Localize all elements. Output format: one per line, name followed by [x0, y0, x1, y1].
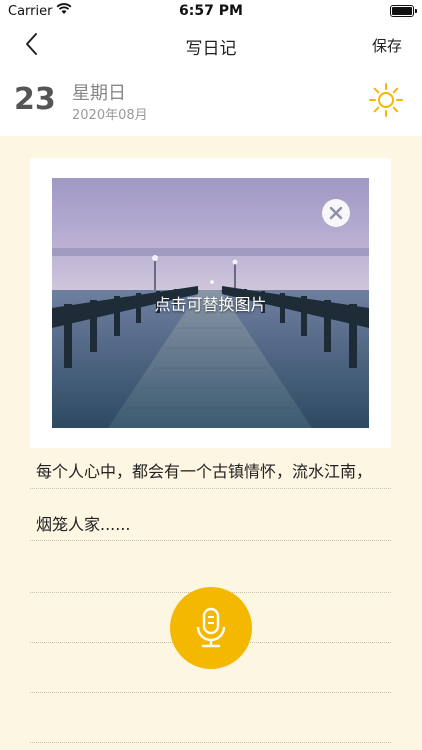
weekday-label: 星期日 [72, 83, 126, 104]
ruled-line [30, 540, 391, 541]
weather-button[interactable] [368, 82, 404, 118]
ruled-line [30, 692, 391, 693]
voice-input-button[interactable] [170, 587, 252, 669]
status-time: 6:57 PM [179, 3, 243, 19]
diary-photo[interactable]: 点击可替换图片 [52, 178, 369, 428]
ruled-line [30, 488, 391, 489]
photo-card: 点击可替换图片 [30, 158, 391, 448]
save-button[interactable]: 保存 [372, 35, 402, 56]
diary-content: 点击可替换图片 每个人心中，都会有一个古镇情怀，流水江南， 烟笼人家...... [0, 136, 422, 750]
replace-photo-hint: 点击可替换图片 [154, 295, 267, 314]
status-bar: Carrier 6:57 PM [0, 0, 422, 22]
diary-text-line-1[interactable]: 每个人心中，都会有一个古镇情怀，流水江南， [36, 458, 372, 482]
ruled-line [30, 742, 391, 743]
battery-icon [390, 5, 417, 17]
sun-icon [369, 83, 403, 117]
day-number: 23 [14, 82, 56, 117]
date-header: 23 星期日 2020年08月 [0, 70, 422, 134]
diary-text-line-2[interactable]: 烟笼人家...... [36, 511, 131, 535]
nav-bar: 写日记 保存 [0, 22, 422, 66]
page-title: 写日记 [185, 39, 237, 59]
microphone-icon [196, 607, 226, 648]
close-icon [329, 206, 343, 220]
remove-photo-button[interactable] [322, 199, 350, 227]
year-month-label: 2020年08月 [72, 108, 148, 123]
